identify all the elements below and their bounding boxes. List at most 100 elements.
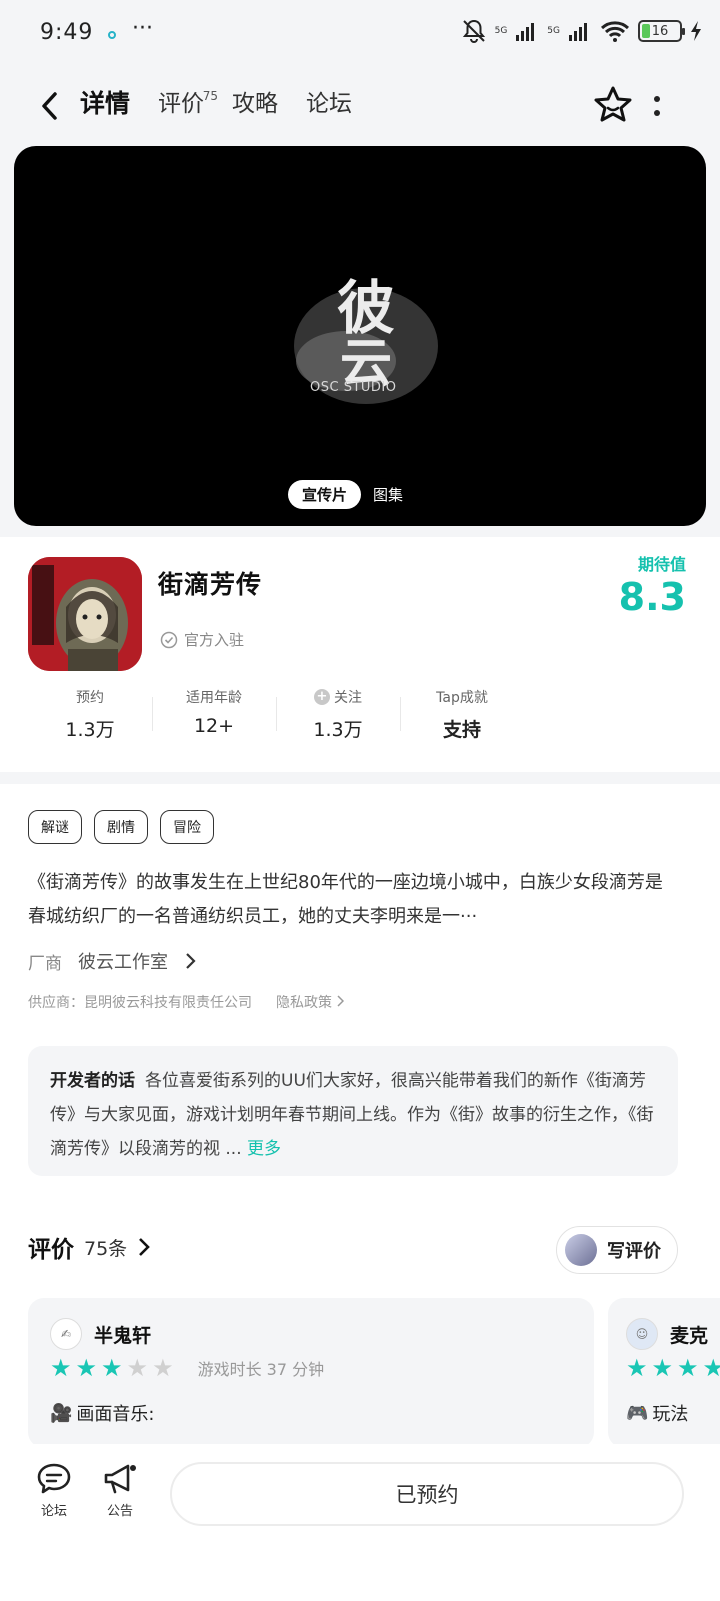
review-text: 🎥 画面音乐: [50,1400,155,1426]
developer-note-text: 各位喜爱街系列的UU们大家好，很高兴能带着我们的新作《街滴芳传》与大家见面，游戏… [50,1071,654,1159]
star-icon: ★ [101,1354,123,1382]
tab-label: 攻略 [232,91,279,117]
notification-dot-icon [108,31,116,39]
game-icon [28,557,142,671]
tab-label: 论坛 [306,91,353,117]
tab-guides[interactable]: 攻略 [232,84,292,124]
status-more: ··· [132,16,153,41]
write-review-label: 写评价 [607,1241,661,1262]
supplier-row: 供应商：昆明彼云科技有限责任公司 隐私政策 [28,992,345,1012]
vendor-row[interactable]: 厂商 彼云工作室 [28,948,196,974]
official-label: 官方入驻 [184,631,245,649]
promo-video[interactable]: 彼 云 OSC STUDIO 宣传片 图集 [14,146,706,526]
review-rating: ★ ★ ★ ★ ★ 游戏时长 37 分钟 [50,1356,324,1380]
announcement-button[interactable]: 公告 [90,1462,150,1519]
forum-label: 论坛 [40,1504,67,1519]
bottom-bar: 论坛 公告 已预约 [0,1444,720,1601]
gamepad-icon: 🎮 [626,1402,649,1424]
reserve-label: 已预约 [395,1483,459,1507]
star-icon: ★ [126,1354,149,1382]
back-button[interactable] [30,86,70,126]
review-card[interactable]: ✍ 半鬼轩 ★ ★ ★ ★ ★ 游戏时长 37 分钟 🎥 画面音乐: [28,1298,594,1448]
privacy-policy-label: 隐私政策 [276,995,332,1011]
video-camera-icon: 🎥 [50,1402,73,1424]
chat-bubble-icon [37,1463,71,1494]
reviews-title: 评价 [28,1237,74,1263]
tab-bar: 详情 评价 75 攻略 论坛 [77,84,380,124]
tag-story[interactable]: 剧情 [94,810,148,844]
privacy-policy-link[interactable]: 隐私政策 [276,992,345,1012]
stat-label: Tap成就 [436,690,488,706]
charging-icon [691,21,701,41]
tab-details[interactable]: 详情 [77,84,144,124]
svg-text:彼: 彼 [337,274,395,342]
expectation-score: 期待值 8.3 [619,551,686,619]
switch-trailer[interactable]: 宣传片 [288,480,362,509]
tab-forum[interactable]: 论坛 [306,84,366,124]
studio-logo-text: OSC STUDIO [310,380,397,395]
tab-label: 评价 [158,91,205,117]
developer-note-more-link[interactable]: 更多 [247,1139,281,1159]
game-description[interactable]: 《街滴芳传》的故事发生在上世纪80年代的一座边境小城中，白族少女段滴芳是春城纺织… [28,866,678,934]
reserve-button[interactable]: 已预约 [170,1462,684,1526]
chevron-left-icon [42,92,57,120]
forum-button[interactable]: 论坛 [24,1462,84,1519]
media-section: 彼 云 OSC STUDIO 宣传片 图集 [0,142,720,537]
stat-value: 1.3万 [313,719,363,741]
announcement-label: 公告 [106,1504,133,1519]
star-icon: ★ [152,1354,174,1382]
tag-puzzle[interactable]: 解谜 [28,810,82,844]
section-divider [0,772,720,784]
star-icon: ★ [75,1354,98,1382]
write-review-button[interactable]: 写评价 [556,1226,678,1274]
signal-icon-2 [569,23,587,41]
tab-label: 详情 [80,89,131,118]
star-face-icon [594,86,632,122]
stat-follow[interactable]: + 关注 1.3万 [276,687,400,742]
review-text-content: 画面音乐: [76,1404,155,1425]
status-bar: 9:49 ··· 5G 5G 16 [0,0,720,70]
chevron-right-icon [186,953,196,969]
review-play-time: 游戏时长 37 分钟 [197,1360,325,1379]
wifi-icon [600,21,630,42]
vendor-name: 彼云工作室 [78,952,168,973]
tag-adventure[interactable]: 冒险 [160,810,214,844]
game-stats: 预约 1.3万 适用年龄 12+ + 关注 1.3万 Tap成就 支持 [28,687,524,742]
favorite-button[interactable] [590,82,636,128]
star-icon: ★ [677,1354,699,1382]
reviews-count: 75条 [84,1237,128,1260]
official-badge: 官方入驻 [160,629,244,650]
star-icon: ★ [50,1354,72,1382]
review-card[interactable]: ☺ 麦克 ★ ★ ★ ★ ★ 🎮 玩法 [608,1298,720,1448]
reviews-header[interactable]: 评价 75条 [28,1230,151,1264]
media-switch: 宣传片 图集 [288,480,403,509]
megaphone-icon [104,1464,136,1494]
chevron-right-icon [139,1238,151,1256]
stat-label-row: + 关注 [276,687,400,707]
tab-badge: 75 [202,89,219,103]
battery-icon: 16 [638,20,685,42]
top-nav: 详情 评价 75 攻略 论坛 [0,70,720,142]
review-text: 🎮 玩法 [626,1400,688,1426]
stat-label: 预约 [76,690,104,706]
switch-gallery[interactable]: 图集 [373,484,403,505]
review-rating: ★ ★ ★ ★ ★ [626,1356,720,1380]
chevron-right-icon [337,995,345,1007]
supplier-text: 供应商：昆明彼云科技有限责任公司 [28,995,252,1011]
review-user: ✍ 半鬼轩 [50,1318,151,1350]
network-label: 5G [494,26,508,36]
star-icon: ★ [702,1354,720,1382]
stat-age-rating: 适用年龄 12+ [152,687,276,742]
review-text-content: 玩法 [652,1404,689,1425]
developer-note[interactable]: 开发者的话 各位喜爱街系列的UU们大家好，很高兴能带着我们的新作《街滴芳传》与大家… [28,1046,678,1176]
avatar: ✍ [50,1318,82,1350]
tab-reviews[interactable]: 评价 75 [158,84,218,124]
stat-tap-achievement: Tap成就 支持 [400,687,524,742]
game-title: 街滴芳传 [158,570,263,599]
stat-label: 关注 [334,690,362,706]
stat-value: 支持 [442,719,481,741]
status-time: 9:49 [40,20,94,45]
more-menu-button[interactable] [642,86,672,126]
avatar: ☺ [626,1318,658,1350]
stat-value: 1.3万 [65,719,115,741]
